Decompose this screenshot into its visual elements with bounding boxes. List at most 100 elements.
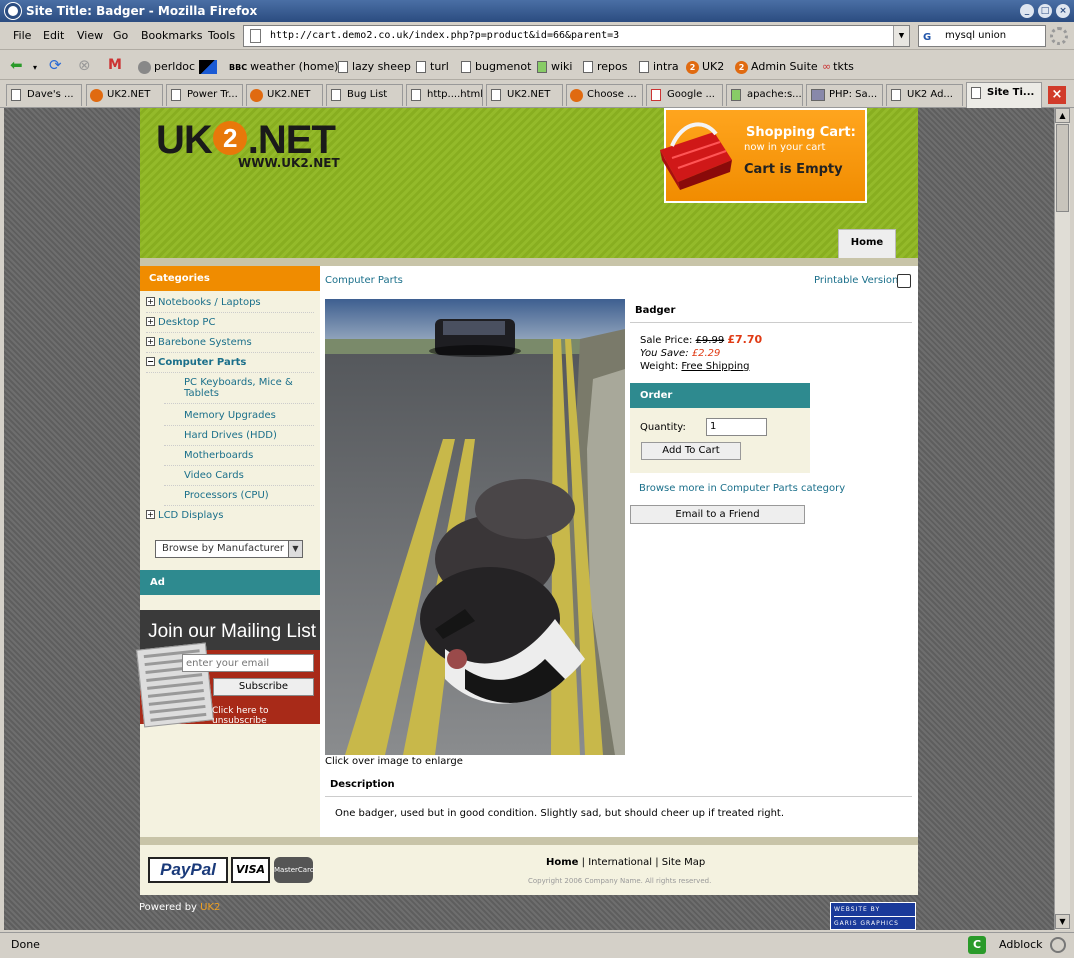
expand-icon[interactable]: +: [146, 337, 155, 346]
menu-edit[interactable]: Edit: [43, 29, 64, 42]
bookmark-perldoc[interactable]: perldoc: [138, 60, 195, 74]
tab-php[interactable]: PHP: Sa...: [806, 84, 883, 106]
scroll-up-icon[interactable]: ▲: [1055, 108, 1070, 123]
bookmark-weather[interactable]: BBC weather (home): [229, 60, 338, 73]
email-field[interactable]: [182, 654, 314, 672]
bookmark-label: weather (home): [250, 60, 339, 73]
email-friend-button[interactable]: Email to a Friend: [630, 505, 805, 524]
subcategory-hdd[interactable]: Hard Drives (HDD): [164, 430, 314, 446]
menu-go[interactable]: Go: [113, 29, 128, 42]
footer-international-link[interactable]: International: [588, 857, 652, 868]
scroll-down-icon[interactable]: ▼: [1055, 914, 1070, 929]
maximize-icon[interactable]: □: [1038, 4, 1052, 18]
product-image[interactable]: [325, 299, 625, 755]
tkts-icon: ∞: [822, 60, 832, 73]
browse-more-link[interactable]: Browse more in Computer Parts category: [639, 483, 845, 494]
bookmark-wiki[interactable]: wiki: [537, 60, 572, 73]
collapse-icon[interactable]: −: [146, 357, 155, 366]
category-desktop[interactable]: + Desktop PC: [146, 317, 314, 333]
tab-google[interactable]: Google ...: [646, 84, 723, 106]
tab-uk2-admin[interactable]: UK2 Ad...: [886, 84, 963, 106]
scroll-thumb[interactable]: [1056, 124, 1069, 212]
tab-bug-list[interactable]: Bug List: [326, 84, 403, 106]
tab-label: Site Ti...: [987, 87, 1035, 98]
back-icon[interactable]: ⬅: [10, 56, 23, 74]
status-bar: Done C Adblock: [0, 932, 1074, 958]
powered-brand-link[interactable]: UK2: [200, 902, 220, 913]
subcategory-keyboards[interactable]: PC Keyboards, Mice & Tablets: [164, 377, 314, 404]
separator: |: [581, 857, 586, 868]
bookmark-turl[interactable]: turl: [416, 60, 449, 73]
bookmark-uk2[interactable]: 2 UK2: [686, 60, 724, 74]
garis-graphics-badge[interactable]: WEBSITE BY GARIS GRAPHICS: [830, 902, 916, 930]
quantity-input[interactable]: 1: [706, 418, 767, 436]
subcategory-memory[interactable]: Memory Upgrades: [164, 410, 314, 426]
printable-version-link[interactable]: Printable Version: [814, 275, 898, 286]
subscribe-button[interactable]: Subscribe: [213, 678, 314, 696]
tab-uk2net-3[interactable]: UK2.NET: [486, 84, 563, 106]
nav-home-tab[interactable]: Home: [838, 229, 896, 258]
menu-tools[interactable]: Tools: [208, 29, 235, 42]
status-indicator-icon: [1050, 937, 1066, 953]
category-notebooks[interactable]: + Notebooks / Laptops: [146, 297, 314, 313]
category-computer-parts[interactable]: − Computer Parts: [146, 357, 314, 373]
expand-icon[interactable]: +: [146, 317, 155, 326]
unsubscribe-link[interactable]: Click here to unsubscribe: [212, 706, 320, 726]
shopping-cart-box[interactable]: Shopping Cart: now in your cart Cart is …: [660, 108, 867, 203]
footer-home-link[interactable]: Home: [546, 857, 578, 868]
tab-daves[interactable]: Dave's ...: [6, 84, 82, 106]
tab-uk2net-1[interactable]: UK2.NET: [86, 84, 163, 106]
minimize-icon[interactable]: _: [1020, 4, 1034, 18]
gmail-icon: [651, 89, 661, 101]
expand-icon[interactable]: +: [146, 297, 155, 306]
menu-file[interactable]: File: [13, 29, 31, 42]
menu-view[interactable]: View: [77, 29, 103, 42]
breadcrumb[interactable]: Computer Parts: [325, 275, 403, 286]
category-lcd[interactable]: + LCD Displays: [146, 510, 314, 525]
menu-bookmarks[interactable]: Bookmarks: [141, 29, 202, 42]
bookmark-repos[interactable]: repos: [583, 60, 628, 73]
close-window-icon[interactable]: ×: [1056, 4, 1070, 18]
reload-icon[interactable]: ⟳: [49, 56, 62, 74]
expand-icon[interactable]: +: [146, 510, 155, 519]
category-barebone[interactable]: + Barebone Systems: [146, 337, 314, 353]
category-label: Computer Parts: [158, 357, 247, 368]
subcategory-processors[interactable]: Processors (CPU): [164, 490, 314, 506]
free-shipping-link[interactable]: Free Shipping: [681, 361, 749, 372]
tab-power[interactable]: Power Tr...: [166, 84, 243, 106]
delicious-icon[interactable]: [199, 60, 217, 74]
url-bar[interactable]: http://cart.demo2.co.uk/index.php?p=prod…: [243, 25, 910, 47]
close-tab-icon[interactable]: ×: [1048, 86, 1066, 104]
tab-apache[interactable]: apache:s...: [726, 84, 803, 106]
tab-choose[interactable]: Choose ...: [566, 84, 643, 106]
cart-status: Cart is Empty: [744, 162, 843, 177]
gmail-icon[interactable]: M: [108, 57, 122, 73]
tab-site-title[interactable]: Site Ti...: [966, 82, 1042, 108]
add-to-cart-button[interactable]: Add To Cart: [641, 442, 741, 460]
bookmark-lazy-sheep[interactable]: lazy sheep: [338, 60, 411, 73]
image-caption: Click over image to enlarge: [325, 756, 463, 767]
printer-icon[interactable]: [897, 274, 911, 288]
weight-label: Weight:: [640, 361, 679, 372]
tab-label: Choose ...: [587, 89, 637, 100]
bookmark-bugmenot[interactable]: bugmenot: [461, 60, 531, 73]
tab-http[interactable]: http....html: [406, 84, 483, 106]
description-title: Description: [330, 779, 395, 790]
search-input[interactable]: G mysql union: [918, 25, 1046, 47]
url-text: http://cart.demo2.co.uk/index.php?p=prod…: [270, 30, 620, 41]
footer-sitemap-link[interactable]: Site Map: [662, 857, 705, 868]
tab-uk2net-2[interactable]: UK2.NET: [246, 84, 323, 106]
stop-icon[interactable]: ⊗: [78, 56, 91, 74]
vertical-scrollbar[interactable]: ▲ ▼: [1054, 108, 1070, 930]
bookmark-admin-suite[interactable]: 2 Admin Suite: [735, 60, 818, 74]
url-dropdown-icon[interactable]: ▼: [893, 26, 909, 46]
security-icon[interactable]: C: [968, 936, 986, 954]
back-menu-icon[interactable]: ▾: [33, 63, 37, 72]
subcategory-motherboards[interactable]: Motherboards: [164, 450, 314, 466]
subcategory-video-cards[interactable]: Video Cards: [164, 470, 314, 486]
adblock-button[interactable]: Adblock: [999, 938, 1043, 951]
manufacturer-select[interactable]: Browse by Manufacturer ▼: [155, 540, 303, 558]
bookmark-tkts[interactable]: ∞ tkts: [822, 60, 854, 73]
bookmark-label: lazy sheep: [352, 60, 411, 73]
bookmark-intra[interactable]: intra: [639, 60, 679, 73]
